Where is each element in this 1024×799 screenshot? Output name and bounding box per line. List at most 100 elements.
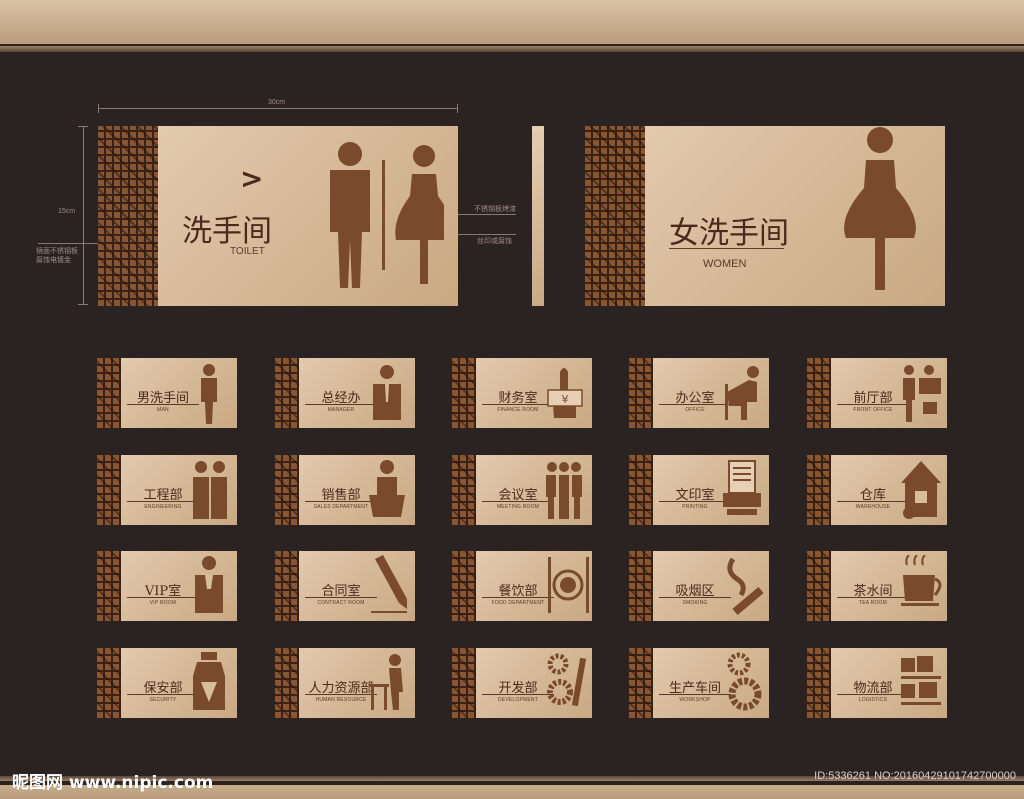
office-icon	[725, 366, 759, 420]
title-underline	[669, 248, 784, 249]
lattice-pattern	[629, 358, 653, 428]
sign-label-underline	[305, 404, 377, 405]
sign-label-en: SECURITY	[149, 697, 177, 703]
lattice-pattern	[97, 358, 121, 428]
warehouse-icon	[901, 461, 941, 519]
watermark-right: ID:5336261 NO:20160429101742700000	[814, 770, 1016, 782]
sign-label-underline	[659, 694, 731, 695]
sign-label-underline	[837, 694, 909, 695]
logistics-icon	[901, 656, 941, 705]
sign-label-en: FRONT OFFICE	[853, 407, 893, 413]
watermark-left: 昵图网 www.nipic.com	[12, 773, 214, 793]
smoking-icon	[727, 557, 764, 615]
small-sign: 前厅部 FRONT OFFICE	[807, 358, 947, 428]
width-dimension-label: 30cm	[268, 99, 286, 106]
small-sign: 吸烟区 SMOKING	[629, 551, 769, 621]
lattice-pattern	[807, 551, 831, 621]
lattice-pattern	[452, 648, 476, 718]
sign-label-underline	[482, 694, 554, 695]
sign-label-en: LOGISTICS	[858, 697, 888, 703]
sign-label-underline	[659, 501, 731, 502]
sign-label-en: MAN	[157, 407, 169, 413]
sign-label-underline	[127, 694, 199, 695]
lattice-pattern	[275, 648, 299, 718]
small-sign: 男洗手间 MAN	[97, 358, 237, 428]
lattice-pattern	[98, 126, 158, 306]
annotation-left: 镜面不锈钢板 腐蚀电镀金	[36, 248, 78, 264]
height-dimension-tick-bottom	[78, 304, 88, 305]
small-sign: 办公室 OFFICE	[629, 358, 769, 428]
width-dimension-tick-left	[98, 104, 99, 113]
lattice-pattern	[275, 358, 299, 428]
sign-label-en: ENGINEERING	[144, 504, 182, 510]
lattice-pattern	[629, 648, 653, 718]
sign-label-en: SALES DEPARTMENT	[313, 504, 369, 510]
small-sign: 物流部 LOGISTICS	[807, 648, 947, 718]
lattice-pattern	[629, 551, 653, 621]
sign-label-en: WAREHOUSE	[855, 504, 891, 510]
small-sign: 生产车间 WORKSHOP	[629, 648, 769, 718]
lattice-pattern	[97, 551, 121, 621]
woman-icon	[844, 127, 916, 290]
finance-icon: ¥	[547, 368, 583, 418]
top-band	[0, 0, 1024, 44]
small-sign: 保安部 SECURITY	[97, 648, 237, 718]
lattice-pattern	[97, 648, 121, 718]
small-sign: 总经办 MANAGER	[275, 358, 415, 428]
svg-text:¥: ¥	[562, 393, 569, 406]
sign-label-underline	[482, 501, 554, 502]
sign-label-underline	[837, 597, 909, 598]
sign-label-en: CONTRACT ROOM	[317, 600, 365, 606]
small-sign: 人力资源部 HUMAN RESOURCE	[275, 648, 415, 718]
small-sign: VIP室 VIP ROOM	[97, 551, 237, 621]
lattice-pattern	[807, 455, 831, 525]
annotation-left-leader	[38, 243, 100, 244]
women-sign: 女洗手间 WOMEN	[585, 126, 945, 306]
sign-label-underline	[127, 404, 199, 405]
small-sign: 文印室 PRINTING	[629, 455, 769, 525]
lattice-pattern	[629, 455, 653, 525]
height-dimension-label: 15cm	[58, 208, 76, 215]
lattice-pattern	[807, 648, 831, 718]
small-sign: 茶水间 TEA ROOM	[807, 551, 947, 621]
sign-label-underline	[127, 597, 199, 598]
sign-label-underline	[305, 597, 377, 598]
annotation-right-top: 不锈钢板烤漆	[474, 206, 516, 213]
sign-label-en: OFFICE	[685, 407, 705, 413]
sign-label-en: WORKSHOP	[679, 697, 711, 703]
meeting-icon	[546, 462, 582, 519]
sign-label-en: VIP ROOM	[149, 600, 177, 606]
height-dimension-tick-top	[78, 126, 88, 127]
engineering-icon	[193, 461, 227, 519]
sign-label-en: PRINTING	[682, 504, 708, 510]
lattice-pattern	[585, 126, 645, 306]
sign-label-en: DEVELOPMENT	[498, 697, 538, 703]
man-icon	[201, 364, 217, 424]
arrow-glyph: >	[240, 162, 264, 195]
small-sign: 财务室 FINANCE ROOM ¥	[452, 358, 592, 428]
man-woman-icon	[330, 142, 444, 288]
sign-label-en: TEA ROOM	[859, 600, 887, 606]
lattice-pattern	[275, 455, 299, 525]
sales-icon	[369, 460, 405, 517]
tea-cup-icon	[901, 555, 942, 606]
dining-icon	[548, 557, 589, 613]
small-sign: 会议室 MEETING ROOM	[452, 455, 592, 525]
sign-label-underline	[837, 501, 909, 502]
front-office-icon	[903, 365, 941, 422]
lattice-pattern	[275, 551, 299, 621]
sign-label-en: SMOKING	[682, 600, 708, 606]
sign-label-underline	[305, 501, 377, 502]
sign-label-en: FOOD DEPARTMENT	[491, 600, 545, 606]
pencil-icon	[371, 555, 407, 613]
sign-label-en: MEETING ROOM	[496, 504, 540, 510]
sign-label-en: MANAGER	[327, 407, 355, 413]
sign-title-cn: 洗手间	[182, 214, 272, 249]
sign-label-en: FINANCE ROOM	[497, 407, 539, 413]
sign-label-underline	[482, 597, 554, 598]
sign-label-underline	[659, 404, 731, 405]
lattice-pattern	[452, 455, 476, 525]
lattice-pattern	[97, 455, 121, 525]
lattice-pattern	[452, 551, 476, 621]
small-sign: 工程部 ENGINEERING	[97, 455, 237, 525]
